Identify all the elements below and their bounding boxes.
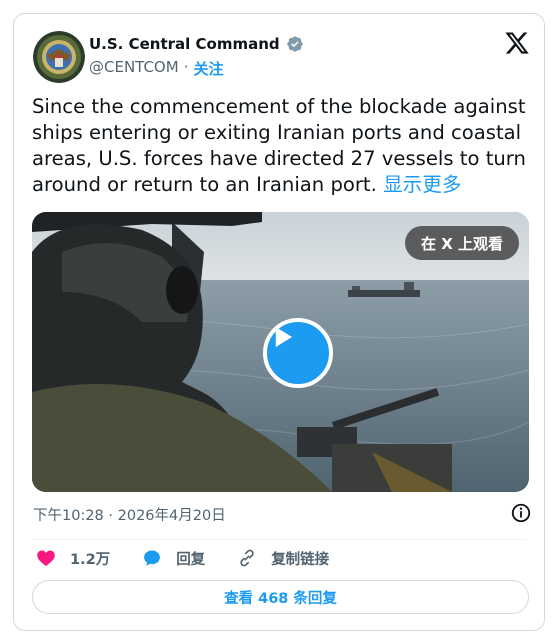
action-bar: 1.2万 回复 复制链接 bbox=[36, 546, 361, 570]
heart-icon bbox=[36, 548, 56, 568]
video-media[interactable]: 在 X 上观看 bbox=[32, 212, 529, 492]
author-handle[interactable]: @CENTCOM bbox=[89, 58, 179, 79]
copy-link-label: 复制链接 bbox=[271, 551, 330, 568]
verified-badge-icon bbox=[286, 35, 304, 53]
link-icon bbox=[237, 548, 257, 568]
play-button[interactable] bbox=[263, 318, 333, 388]
author-avatar[interactable] bbox=[33, 31, 85, 83]
reply-bubble-icon bbox=[142, 548, 162, 568]
view-on-x-button[interactable]: 在 X 上观看 bbox=[404, 226, 519, 260]
handle-separator: · bbox=[183, 58, 189, 76]
reply-button[interactable]: 回复 bbox=[142, 546, 205, 570]
like-count: 1.2万 bbox=[70, 551, 111, 568]
reply-label: 回复 bbox=[176, 551, 206, 568]
tweet-time: 下午10:28 bbox=[33, 508, 104, 524]
author-name[interactable]: U.S. Central Command bbox=[89, 35, 280, 53]
follow-button[interactable]: 关注 bbox=[193, 58, 223, 79]
show-more-link[interactable]: 显示更多 bbox=[383, 173, 461, 196]
tweet-text: Since the commencement of the blockade a… bbox=[32, 94, 532, 198]
divider bbox=[32, 539, 526, 540]
info-icon[interactable] bbox=[510, 502, 532, 524]
tweet-timestamp[interactable]: 下午10:28 · 2026年4月20日 bbox=[33, 504, 226, 525]
tweet-date: 2026年4月20日 bbox=[117, 508, 226, 524]
timestamp-separator: · bbox=[108, 508, 114, 524]
copy-link-button[interactable]: 复制链接 bbox=[237, 546, 329, 570]
x-logo-icon[interactable] bbox=[504, 30, 530, 56]
tweet-card: U.S. Central Command @CENTCOM · 关注 Since… bbox=[13, 13, 545, 631]
view-replies-button[interactable]: 查看 468 条回复 bbox=[32, 580, 529, 614]
like-button[interactable]: 1.2万 bbox=[36, 546, 110, 570]
